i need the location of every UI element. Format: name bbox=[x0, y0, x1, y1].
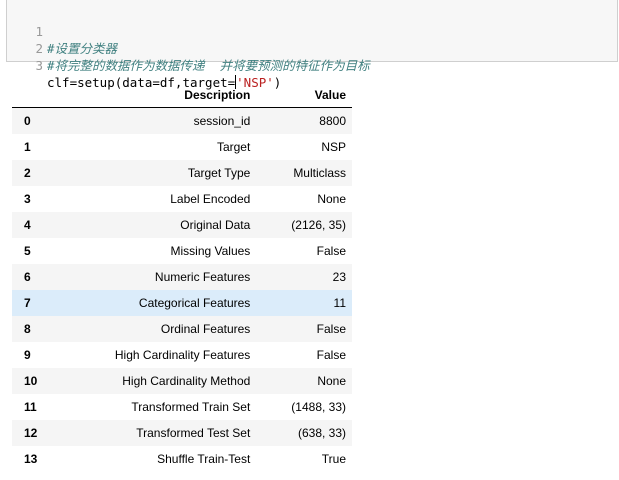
table-row: 4 Original Data (2126, 35) bbox=[12, 212, 352, 238]
row-description: Target Type bbox=[49, 160, 257, 186]
row-index: 9 bbox=[12, 342, 50, 368]
row-value: False bbox=[256, 238, 352, 264]
row-value: (2126, 35) bbox=[256, 212, 352, 238]
code-comment: #将完整的数据作为数据传递 并将要预测的特征作为目标 bbox=[47, 58, 370, 73]
row-value: 11 bbox=[256, 290, 352, 316]
row-description: Numeric Features bbox=[49, 264, 257, 290]
row-value: False bbox=[256, 316, 352, 342]
row-value: 23 bbox=[256, 264, 352, 290]
table-row: 13 Shuffle Train-Test True bbox=[12, 446, 352, 472]
row-value: NSP bbox=[256, 134, 352, 160]
code-line-2: 2 #将完整的数据作为数据传递 并将要预测的特征作为目标 bbox=[7, 23, 369, 73]
row-description: Ordinal Features bbox=[49, 316, 257, 342]
row-description: session_id bbox=[49, 107, 257, 134]
table-row: 10 High Cardinality Method None bbox=[12, 368, 352, 394]
row-index: 6 bbox=[12, 264, 50, 290]
row-value: True bbox=[256, 446, 352, 472]
setup-output-table: Description Value 0 session_id 8800 1 Target… bbox=[12, 82, 352, 472]
row-index: 8 bbox=[12, 316, 50, 342]
table-row: 8 Ordinal Features False bbox=[12, 316, 352, 342]
code-cell[interactable]: 1 #设置分类器 2 #将完整的数据作为数据传递 并将要预测的特征作为目标 3 … bbox=[6, 0, 618, 90]
index-header bbox=[12, 82, 50, 108]
row-description: Target bbox=[49, 134, 257, 160]
row-index: 3 bbox=[12, 186, 50, 212]
row-index: 0 bbox=[12, 107, 50, 134]
code-line-3: 3 clf=setup(data=df,target='NSP') bbox=[7, 40, 281, 90]
description-header: Description bbox=[49, 82, 257, 108]
table-row: 9 High Cardinality Features False bbox=[12, 342, 352, 368]
row-value: None bbox=[256, 186, 352, 212]
row-value: (638, 33) bbox=[256, 420, 352, 446]
row-index: 2 bbox=[12, 160, 50, 186]
table-row: 6 Numeric Features 23 bbox=[12, 264, 352, 290]
row-description: Original Data bbox=[49, 212, 257, 238]
row-description: Shuffle Train-Test bbox=[49, 446, 257, 472]
table-row: 1 Target NSP bbox=[12, 134, 352, 160]
row-description: Label Encoded bbox=[49, 186, 257, 212]
row-index: 5 bbox=[12, 238, 50, 264]
table-row: 11 Transformed Train Set (1488, 33) bbox=[12, 394, 352, 420]
row-index: 1 bbox=[12, 134, 50, 160]
row-index: 4 bbox=[12, 212, 50, 238]
setup-output-table-container: Description Value 0 session_id 8800 1 Target… bbox=[12, 82, 352, 472]
row-description: Categorical Features bbox=[49, 290, 257, 316]
table-header-row: Description Value bbox=[12, 82, 352, 108]
row-description: Transformed Train Set bbox=[49, 394, 257, 420]
row-description: High Cardinality Method bbox=[49, 368, 257, 394]
row-value: (1488, 33) bbox=[256, 394, 352, 420]
value-header: Value bbox=[256, 82, 352, 108]
table-row: 0 session_id 8800 bbox=[12, 107, 352, 134]
line-number: 3 bbox=[35, 58, 43, 73]
code-comment: #设置分类器 bbox=[47, 41, 118, 56]
row-index: 13 bbox=[12, 446, 50, 472]
row-index: 12 bbox=[12, 420, 50, 446]
code-line-1: 1 #设置分类器 bbox=[7, 6, 117, 56]
table-row: 7 Categorical Features 11 bbox=[12, 290, 352, 316]
row-value: False bbox=[256, 342, 352, 368]
row-index: 10 bbox=[12, 368, 50, 394]
table-body: 0 session_id 8800 1 Target NSP 2 Target Type Mul… bbox=[12, 107, 352, 472]
table-row: 12 Transformed Test Set (638, 33) bbox=[12, 420, 352, 446]
row-value: 8800 bbox=[256, 107, 352, 134]
row-description: Missing Values bbox=[49, 238, 257, 264]
row-description: High Cardinality Features bbox=[49, 342, 257, 368]
table-row: 2 Target Type Multiclass bbox=[12, 160, 352, 186]
row-value: Multiclass bbox=[256, 160, 352, 186]
row-description: Transformed Test Set bbox=[49, 420, 257, 446]
row-index: 11 bbox=[12, 394, 50, 420]
row-index: 7 bbox=[12, 290, 50, 316]
table-row: 5 Missing Values False bbox=[12, 238, 352, 264]
table-row: 3 Label Encoded None bbox=[12, 186, 352, 212]
row-value: None bbox=[256, 368, 352, 394]
